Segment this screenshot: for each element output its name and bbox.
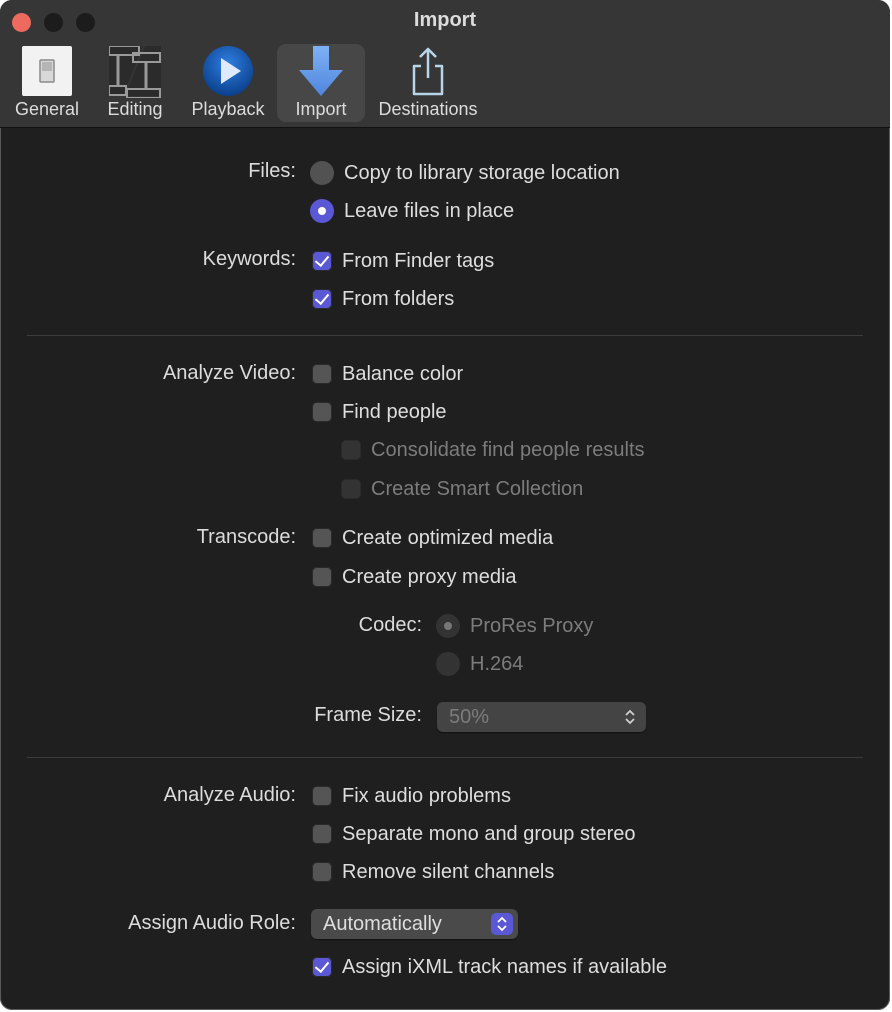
- copy-radio[interactable]: [310, 161, 334, 185]
- film-strips-icon: [109, 46, 161, 98]
- share-icon: [412, 47, 444, 96]
- balance-color-label: Balance color: [342, 362, 464, 385]
- tab-import[interactable]: Import: [277, 44, 365, 122]
- codec-h264-option: H.264: [436, 650, 523, 678]
- smart-collection-option: Create Smart Collection: [341, 475, 583, 503]
- files-option-copy[interactable]: Copy to library storage location: [310, 159, 620, 187]
- balance-color-option[interactable]: Balance color: [312, 360, 463, 388]
- import-settings-panel: Files: Copy to library storage location …: [0, 128, 890, 1010]
- remove-silent-option[interactable]: Remove silent channels: [312, 858, 554, 886]
- fix-audio-option[interactable]: Fix audio problems: [312, 782, 511, 810]
- section-divider: [27, 757, 863, 758]
- copy-option-label: Copy to library storage location: [344, 161, 620, 184]
- preferences-window: Import General Editing Playback Import D…: [0, 0, 890, 1010]
- audio-role-popup[interactable]: Automatically: [311, 909, 518, 939]
- proxy-media-option[interactable]: Create proxy media: [312, 563, 517, 591]
- proxy-media-checkbox[interactable]: [312, 567, 332, 587]
- audio-role-value: Automatically: [323, 912, 442, 935]
- h264-label: H.264: [470, 652, 524, 675]
- frame-size-value: 50%: [449, 705, 490, 728]
- prores-proxy-radio: [436, 614, 460, 638]
- title-bar: Import General Editing Playback Import D…: [0, 0, 890, 128]
- codec-prores-option: ProRes Proxy: [436, 612, 593, 640]
- find-people-checkbox[interactable]: [312, 402, 332, 422]
- analyze-audio-label: Analyze Audio:: [163, 784, 296, 806]
- h264-radio: [436, 652, 460, 676]
- analyze-video-label: Analyze Video:: [162, 362, 296, 384]
- tab-import-label: Import: [295, 99, 347, 119]
- tab-destinations[interactable]: Destinations: [372, 44, 484, 122]
- remove-silent-label: Remove silent channels: [342, 860, 555, 883]
- chevron-up-down-icon: [491, 913, 513, 935]
- audio-role-label: Assign Audio Role:: [128, 912, 296, 934]
- optimized-media-label: Create optimized media: [342, 526, 554, 549]
- tab-editing-label: Editing: [107, 99, 163, 119]
- files-option-leave[interactable]: Leave files in place: [310, 197, 514, 225]
- folders-checkbox[interactable]: [312, 289, 332, 309]
- consolidate-label: Consolidate find people results: [371, 438, 645, 461]
- codec-label: Codec:: [358, 614, 422, 636]
- finder-tags-label: From Finder tags: [342, 249, 495, 272]
- frame-size-popup: 50%: [437, 702, 646, 732]
- leave-option-label: Leave files in place: [344, 199, 515, 222]
- tab-general-label: General: [14, 99, 80, 119]
- leave-in-place-radio[interactable]: [310, 199, 334, 223]
- tab-editing[interactable]: Editing: [96, 44, 174, 122]
- chevron-up-down-icon: [619, 706, 641, 728]
- transcode-label: Transcode:: [196, 526, 296, 548]
- proxy-media-label: Create proxy media: [342, 565, 517, 588]
- window-title: Import: [413, 9, 477, 31]
- tab-destinations-label: Destinations: [378, 99, 478, 119]
- find-people-option[interactable]: Find people: [312, 398, 447, 426]
- optimized-media-checkbox[interactable]: [312, 528, 332, 548]
- separate-mono-label: Separate mono and group stereo: [342, 822, 636, 845]
- separate-mono-option[interactable]: Separate mono and group stereo: [312, 820, 636, 848]
- files-label: Files:: [248, 160, 296, 182]
- balance-color-checkbox[interactable]: [312, 364, 332, 384]
- optimized-media-option[interactable]: Create optimized media: [312, 524, 553, 552]
- smart-collection-label: Create Smart Collection: [371, 477, 584, 500]
- folders-label: From folders: [342, 287, 455, 310]
- frame-size-label: Frame Size:: [314, 704, 422, 726]
- tab-playback-label: Playback: [191, 99, 265, 119]
- general-switch-icon: [22, 46, 72, 96]
- keywords-finder-tags[interactable]: From Finder tags: [312, 247, 494, 275]
- finder-tags-checkbox[interactable]: [312, 251, 332, 271]
- play-icon: [203, 46, 253, 96]
- separate-mono-checkbox[interactable]: [312, 824, 332, 844]
- find-people-label: Find people: [342, 400, 447, 423]
- fix-audio-checkbox[interactable]: [312, 786, 332, 806]
- ixml-checkbox[interactable]: [312, 957, 332, 977]
- import-arrow-icon: [299, 46, 343, 96]
- tab-playback[interactable]: Playback: [186, 44, 270, 122]
- tab-general[interactable]: General: [8, 44, 86, 122]
- section-divider: [27, 335, 863, 336]
- fix-audio-label: Fix audio problems: [342, 784, 511, 807]
- consolidate-checkbox: [341, 440, 361, 460]
- smart-collection-checkbox: [341, 479, 361, 499]
- prores-proxy-label: ProRes Proxy: [470, 614, 594, 637]
- consolidate-option: Consolidate find people results: [341, 436, 645, 464]
- ixml-label: Assign iXML track names if available: [342, 955, 667, 978]
- keywords-folders[interactable]: From folders: [312, 285, 454, 313]
- remove-silent-checkbox[interactable]: [312, 862, 332, 882]
- ixml-option[interactable]: Assign iXML track names if available: [312, 953, 667, 981]
- keywords-label: Keywords:: [202, 248, 296, 270]
